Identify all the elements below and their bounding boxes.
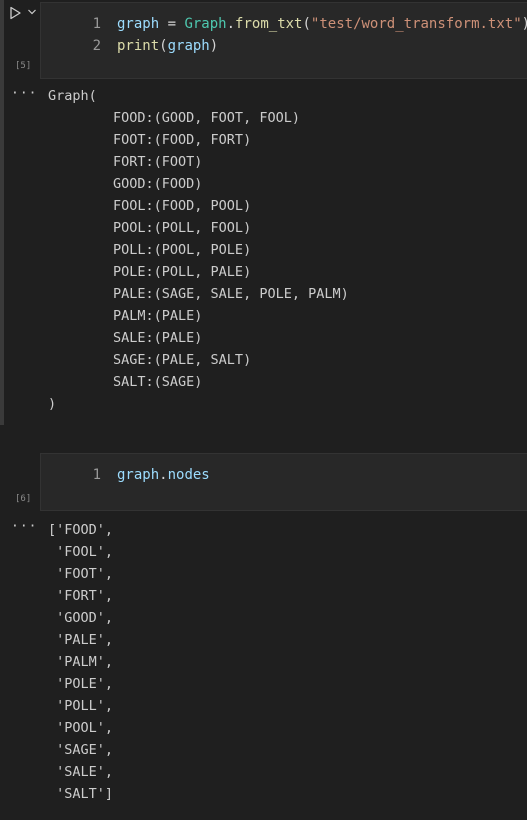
code-token: (	[302, 16, 311, 32]
output-line: 'PALM',	[48, 654, 114, 670]
line-number: 1	[92, 467, 101, 483]
code-token: (	[159, 38, 168, 54]
code-token: .	[226, 16, 236, 32]
output-line: )	[48, 396, 57, 412]
output-line: 'POOL',	[48, 720, 114, 736]
code-token: =	[159, 16, 185, 32]
code-line[interactable]: 2 print(graph)	[57, 35, 527, 57]
chevron-down-icon[interactable]	[27, 8, 37, 16]
output-line: POLL:(POOL, POLE)	[48, 242, 252, 258]
output-line: Graph(	[48, 88, 97, 104]
code-text: graph = Graph.from_txt("test/word_transf…	[117, 13, 527, 35]
code-token: Graph	[184, 16, 227, 32]
output-line: SAGE:(PALE, SALT)	[48, 352, 252, 368]
output-line: FOOT:(FOOD, FORT)	[48, 132, 252, 148]
code-token: from_txt	[235, 16, 303, 32]
output-line: 'FOOL',	[48, 544, 114, 560]
output-line: 'POLE',	[48, 676, 114, 692]
output-line: FORT:(FOOT)	[48, 154, 203, 170]
code-cell-editor[interactable]: 1 graph = Graph.from_txt("test/word_trans…	[40, 2, 527, 79]
output-line: PALM:(PALE)	[48, 308, 203, 324]
output-line: 'FOOT',	[48, 566, 114, 582]
code-cell-editor[interactable]: 1 graph.nodes	[40, 453, 527, 511]
output-line: 'GOOD',	[48, 610, 114, 626]
code-token: nodes	[167, 467, 210, 483]
line-number: 2	[92, 38, 101, 54]
output-line: ['FOOD',	[48, 522, 114, 538]
run-cell-icon[interactable]	[8, 6, 22, 20]
code-token: graph	[117, 16, 160, 32]
output-line: PALE:(SAGE, SALE, POLE, PALM)	[48, 286, 349, 302]
output-line: POOL:(POLL, FOOL)	[48, 220, 252, 236]
cell-output: ['FOOD', 'FOOL', 'FOOT', 'FORT', 'GOOD',…	[0, 519, 527, 819]
code-line[interactable]: 1 graph.nodes	[57, 464, 527, 486]
output-line: 'POLL',	[48, 698, 114, 714]
code-token: .	[159, 467, 168, 483]
output-line: 'FORT',	[48, 588, 114, 604]
output-line: 'PALE',	[48, 632, 114, 648]
output-line: FOOL:(FOOD, POOL)	[48, 198, 252, 214]
output-line: POLE:(POLL, PALE)	[48, 264, 252, 280]
code-token: )	[522, 16, 527, 32]
output-line: SALE:(PALE)	[48, 330, 203, 346]
output-line: SALT:(SAGE)	[48, 374, 203, 390]
code-token: print	[117, 38, 160, 54]
output-line: 'SALT']	[48, 786, 114, 802]
code-text: print(graph)	[117, 35, 218, 57]
code-text: graph.nodes	[117, 464, 210, 486]
line-number: 1	[92, 16, 101, 32]
output-line: GOOD:(FOOD)	[48, 176, 203, 192]
output-line: 'SALE',	[48, 764, 114, 780]
code-token: "test/word_transform.txt"	[310, 16, 522, 32]
cell-output: Graph( FOOD:(GOOD, FOOT, FOOL) FOOT:(FOO…	[0, 86, 527, 416]
output-line: 'SAGE',	[48, 742, 114, 758]
execution-count: [5]	[15, 61, 32, 71]
output-line: FOOD:(GOOD, FOOT, FOOL)	[48, 110, 300, 126]
code-token: graph	[117, 467, 160, 483]
code-token: )	[209, 38, 219, 54]
code-line[interactable]: 1 graph = Graph.from_txt("test/word_trans…	[57, 13, 527, 35]
execution-count: [6]	[15, 494, 32, 504]
code-token: graph	[167, 38, 210, 54]
